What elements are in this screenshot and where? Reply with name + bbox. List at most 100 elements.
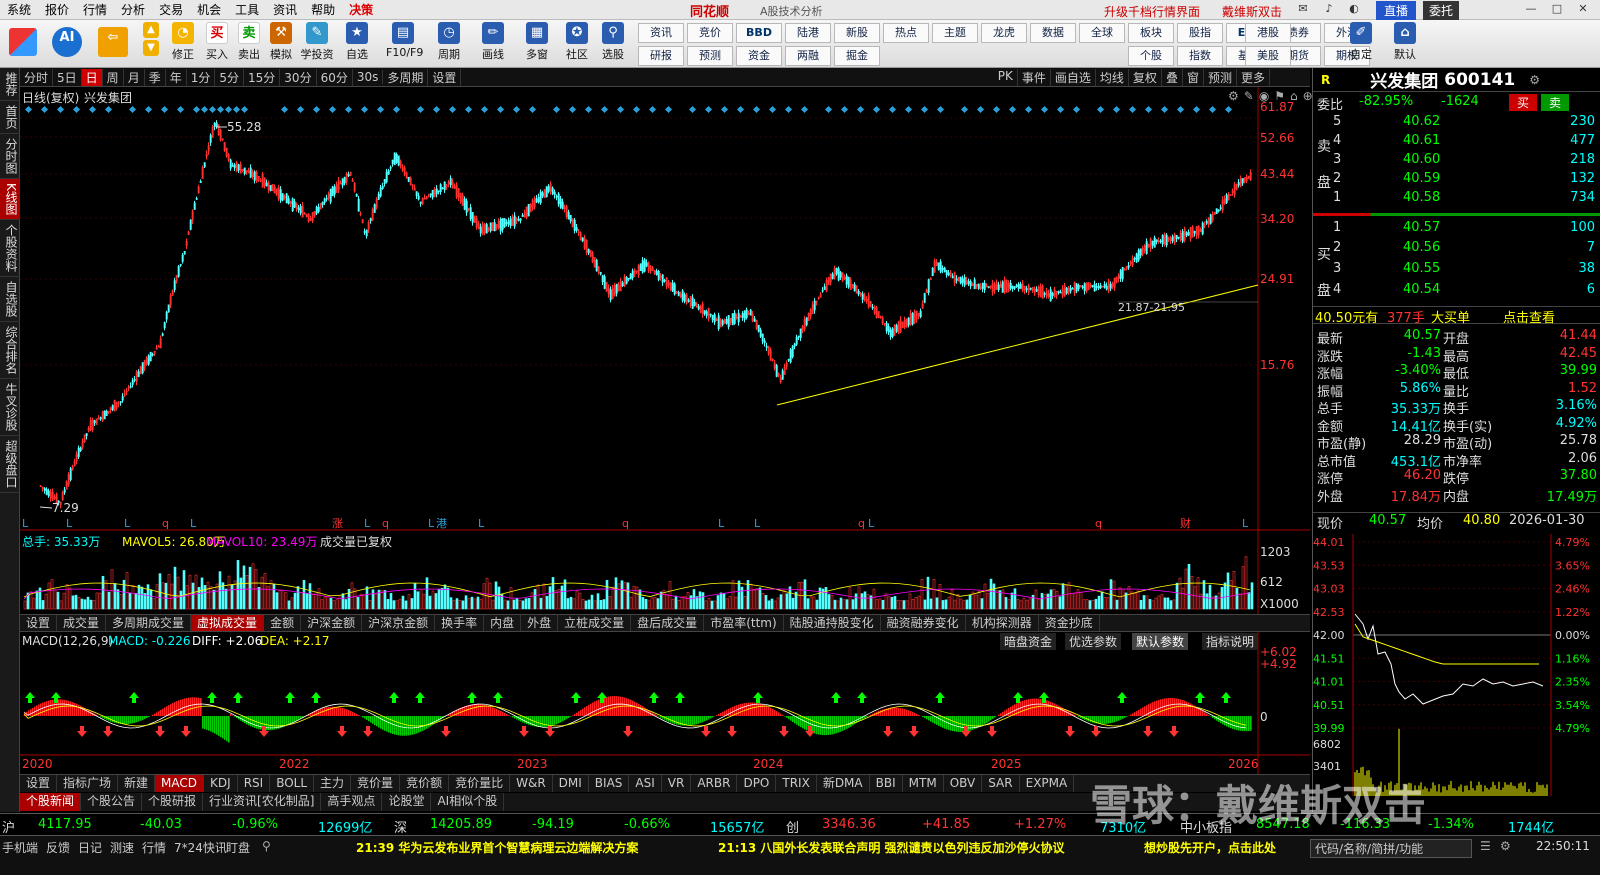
sh-index[interactable]: 4117.95 (38, 817, 92, 832)
tab-year[interactable]: 年 (166, 69, 187, 86)
itab-pile-volume[interactable]: 立桩成交量 (558, 615, 631, 631)
btab-mobile[interactable]: 手机端 (2, 839, 38, 856)
btab-feedback[interactable]: 反馈 (46, 839, 70, 856)
tool-sector[interactable]: 板块 (1128, 23, 1174, 43)
toolbar-custom[interactable]: ✐ 自定 (1344, 22, 1378, 62)
itab2-rsi[interactable]: RSI (238, 775, 271, 792)
itab-pe-ttm[interactable]: 市盈率(ttm) (704, 615, 783, 631)
tab-1min[interactable]: 1分 (187, 69, 216, 86)
toolbar-sell[interactable]: 卖卖出 (232, 22, 266, 62)
ask-row-3[interactable]: 3 40.60 218 (1313, 152, 1600, 170)
tool-index-futures[interactable]: 股指 (1177, 23, 1223, 43)
tool-research[interactable]: 研报 (638, 46, 684, 66)
toolbar-multiwindow[interactable]: ▦ 多窗 (520, 22, 554, 62)
toolbar-buy[interactable]: 买买入 (200, 22, 234, 62)
toolbar-default[interactable]: ⌂ 默认 (1388, 22, 1422, 62)
tool-stock[interactable]: 个股 (1128, 46, 1174, 66)
minimize-icon[interactable]: — (1520, 2, 1542, 18)
tab-30min[interactable]: 30分 (280, 69, 316, 86)
kline-chart[interactable]: LLLqL涨LqL港LqLLqLq财L (20, 87, 1310, 813)
tool-auction[interactable]: 竞价 (687, 23, 733, 43)
tab-events[interactable]: 事件 (1018, 69, 1051, 86)
btab-speed[interactable]: 测速 (110, 839, 134, 856)
menu-market[interactable]: 行情 (76, 0, 114, 20)
itab2-mtm[interactable]: MTM (903, 775, 944, 792)
news-ticker-1[interactable]: 21:39 华为云发布业界首个智慧病理云边端解决方案 (356, 839, 638, 856)
menu-decision[interactable]: 决策 (342, 0, 380, 20)
menu-analysis[interactable]: 分析 (114, 0, 152, 20)
side-profile[interactable]: 个股资料 (0, 220, 20, 277)
tab-overlay[interactable]: 叠 (1162, 69, 1183, 86)
itab2-macd[interactable]: MACD (155, 775, 204, 792)
tool-news[interactable]: 资讯 (638, 23, 684, 43)
tab-60min[interactable]: 60分 (317, 69, 353, 86)
ntab-announcements[interactable]: 个股公告 (81, 793, 142, 811)
ask-row-4[interactable]: 4 40.61 477 (1313, 133, 1600, 151)
tab-day[interactable]: 日 (82, 69, 103, 86)
chart-area[interactable]: LLLqL涨LqL港LqLLqLq财L 日线(复权) 兴发集团 ⚙✎◉⚑⌂⊕⊖ … (20, 87, 1310, 813)
search-icon[interactable]: ⚲ (262, 839, 271, 853)
itab-amount[interactable]: 金额 (264, 615, 301, 631)
itab2-wr[interactable]: W&R (510, 775, 553, 792)
side-diagnose[interactable]: 牛叉诊股 (0, 379, 20, 436)
sz-index[interactable]: 14205.89 (430, 817, 492, 832)
bid-row-2[interactable]: 2 40.56 7 (1313, 240, 1600, 258)
ntab-research[interactable]: 个股研报 (142, 793, 203, 811)
itab2-auction-vol[interactable]: 竞价量 (351, 775, 400, 792)
tab-more[interactable]: 更多 (1237, 69, 1270, 86)
tab-quarter[interactable]: 季 (145, 69, 166, 86)
toolbar-community[interactable]: ✪ 社区 (560, 22, 594, 62)
bid-row-4[interactable]: 4 40.54 6 (1313, 282, 1600, 300)
tool-hotspot[interactable]: 热点 (883, 23, 929, 43)
side-home[interactable]: 首页 (0, 101, 20, 134)
btab-724[interactable]: 7*24快讯 (174, 839, 227, 856)
tool-forecast[interactable]: 预测 (687, 46, 733, 66)
tool-dig[interactable]: 掘金 (834, 46, 880, 66)
itab-northbound[interactable]: 陆股通持股变化 (784, 615, 881, 631)
toolbar-period[interactable]: ◷ 周期 (432, 22, 466, 62)
tool-dragon[interactable]: 龙虎 (981, 23, 1027, 43)
itab-multi-volume[interactable]: 多周期成交量 (106, 615, 191, 631)
macd-btn-default[interactable]: 默认参数 (1132, 633, 1188, 650)
tool-hk[interactable]: 港股 (1245, 23, 1291, 43)
tool-data[interactable]: 数据 (1030, 23, 1076, 43)
tab-week[interactable]: 周 (103, 69, 124, 86)
skin-icon[interactable]: ◐ (1343, 2, 1365, 18)
btab-watch[interactable]: 盯盘 (226, 839, 250, 856)
cy-index[interactable]: 3346.36 (822, 817, 876, 832)
tool-us[interactable]: 美股 (1245, 46, 1291, 66)
open-account-ad[interactable]: 想炒股先开户，点击此处 (1144, 839, 1276, 856)
tab-30s[interactable]: 30s (353, 70, 384, 84)
macd-btn-darkpool[interactable]: 暗盘资金 (1000, 633, 1056, 650)
itab2-dmi[interactable]: DMI (553, 775, 589, 792)
itab-settings[interactable]: 设置 (20, 615, 57, 631)
home-logo-button[interactable] (6, 22, 40, 58)
tab-5day[interactable]: 5日 (53, 69, 82, 86)
itab-inner[interactable]: 内盘 (484, 615, 521, 631)
tool-lugang[interactable]: 陆港 (785, 23, 831, 43)
toolbar-favorites[interactable]: ★ 自选 (340, 22, 374, 62)
itab2-boll[interactable]: BOLL (270, 775, 314, 792)
maximize-icon[interactable]: □ (1546, 2, 1568, 18)
itab2-settings[interactable]: 设置 (20, 775, 57, 792)
toolbar-draw[interactable]: ✏ 画线 (476, 22, 510, 62)
toolbar-fix[interactable]: ◔ 修正 (166, 22, 200, 62)
ntab-expert[interactable]: 高手观点 (321, 793, 382, 811)
side-super[interactable]: 超级盘口 (0, 436, 20, 493)
itab2-bias[interactable]: BIAS (589, 775, 630, 792)
itab2-main[interactable]: 主力 (314, 775, 351, 792)
sell-button[interactable]: 卖 (1541, 94, 1569, 111)
live-button[interactable]: 直播 (1376, 1, 1416, 20)
up-down-button[interactable]: ▲ ▼ (134, 22, 168, 58)
buy-button[interactable]: 买 (1509, 94, 1537, 111)
menu-system[interactable]: 系统 (0, 0, 38, 20)
settings-icon[interactable]: ⚙ (1500, 839, 1511, 853)
itab2-expma[interactable]: EXPMA (1020, 775, 1075, 792)
itab2-dpo[interactable]: DPO (737, 775, 776, 792)
ntab-ai-similar[interactable]: AI相似个股 (431, 793, 504, 811)
itab-hsj-amount[interactable]: 沪深京金额 (362, 615, 435, 631)
tab-multiperiod[interactable]: 多周期 (383, 69, 428, 86)
tool-bbd[interactable]: BBD (736, 23, 782, 43)
itab2-sar[interactable]: SAR (982, 775, 1019, 792)
ask-row-2[interactable]: 2 40.59 132 (1313, 171, 1600, 189)
